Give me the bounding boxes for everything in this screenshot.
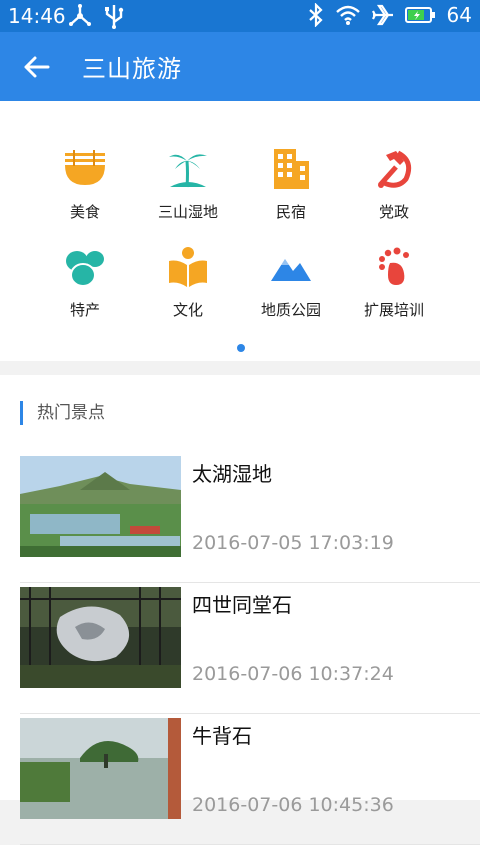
wifi-icon [335, 5, 360, 25]
usb-icon [105, 5, 124, 29]
item-date: 2016-07-06 10:45:36 [192, 794, 394, 816]
hot-spots-section: 热门景点 太湖湿地 2016-07-05 17:03:19 四世同堂石 2016… [0, 375, 480, 845]
category-label: 民宿 [275, 203, 306, 221]
status-time: 14:46 [8, 4, 66, 28]
category-label: 美食 [69, 203, 100, 221]
category-training[interactable]: 扩展培训 [339, 245, 449, 320]
noodle-bowl-icon [65, 150, 105, 185]
battery-icon [404, 7, 435, 23]
page-title: 三山旅游 [82, 55, 182, 83]
category-homestay[interactable]: 民宿 [236, 147, 346, 222]
rock-thumbnail [20, 587, 181, 688]
category-label: 三山湿地 [157, 203, 218, 221]
category-culture[interactable]: 文化 [133, 245, 243, 320]
share-icon [69, 4, 91, 26]
category-label: 党政 [378, 203, 409, 221]
category-grid: 美食 三山湿地 民宿 党政 特产 文化 地质公园 扩展培训 [0, 101, 480, 361]
airplane-icon [371, 4, 393, 26]
section-title: 热门景点 [20, 401, 105, 425]
book-reader-icon [169, 247, 207, 287]
category-wetland[interactable]: 三山湿地 [133, 147, 243, 222]
item-date: 2016-07-06 10:37:24 [192, 663, 394, 685]
category-label: 扩展培训 [363, 301, 424, 319]
category-label: 文化 [172, 301, 203, 319]
item-title: 太湖湿地 [192, 462, 272, 486]
category-label: 地质公园 [260, 301, 321, 319]
mountain-icon [271, 259, 311, 281]
item-date: 2016-07-05 17:03:19 [192, 532, 394, 554]
app-bar: 三山旅游 [0, 32, 480, 101]
building-icon [274, 149, 309, 189]
page-indicator-dot [237, 344, 245, 352]
category-specialty[interactable]: 特产 [30, 245, 140, 320]
palm-island-icon [169, 154, 207, 188]
back-arrow-icon[interactable] [18, 48, 56, 86]
list-item[interactable]: 太湖湿地 2016-07-05 17:03:19 [20, 450, 480, 583]
hammer-sickle-icon [378, 150, 412, 188]
category-food[interactable]: 美食 [30, 147, 140, 222]
category-label: 特产 [69, 301, 100, 319]
list-item[interactable]: 四世同堂石 2016-07-06 10:37:24 [20, 581, 480, 714]
category-party[interactable]: 党政 [339, 147, 449, 222]
list-item[interactable]: 牛背石 2016-07-06 10:45:36 [20, 712, 480, 845]
wetland-thumbnail [20, 456, 181, 557]
category-geopark[interactable]: 地质公园 [236, 245, 346, 320]
item-title: 牛背石 [192, 724, 252, 748]
status-bar: 14:46 64 [0, 0, 480, 32]
footprint-icon [379, 247, 409, 285]
battery-level: 64 [446, 3, 472, 27]
bluetooth-icon [308, 3, 323, 27]
item-title: 四世同堂石 [192, 593, 292, 617]
eggs-icon [66, 251, 104, 287]
lake-thumbnail [20, 718, 181, 819]
